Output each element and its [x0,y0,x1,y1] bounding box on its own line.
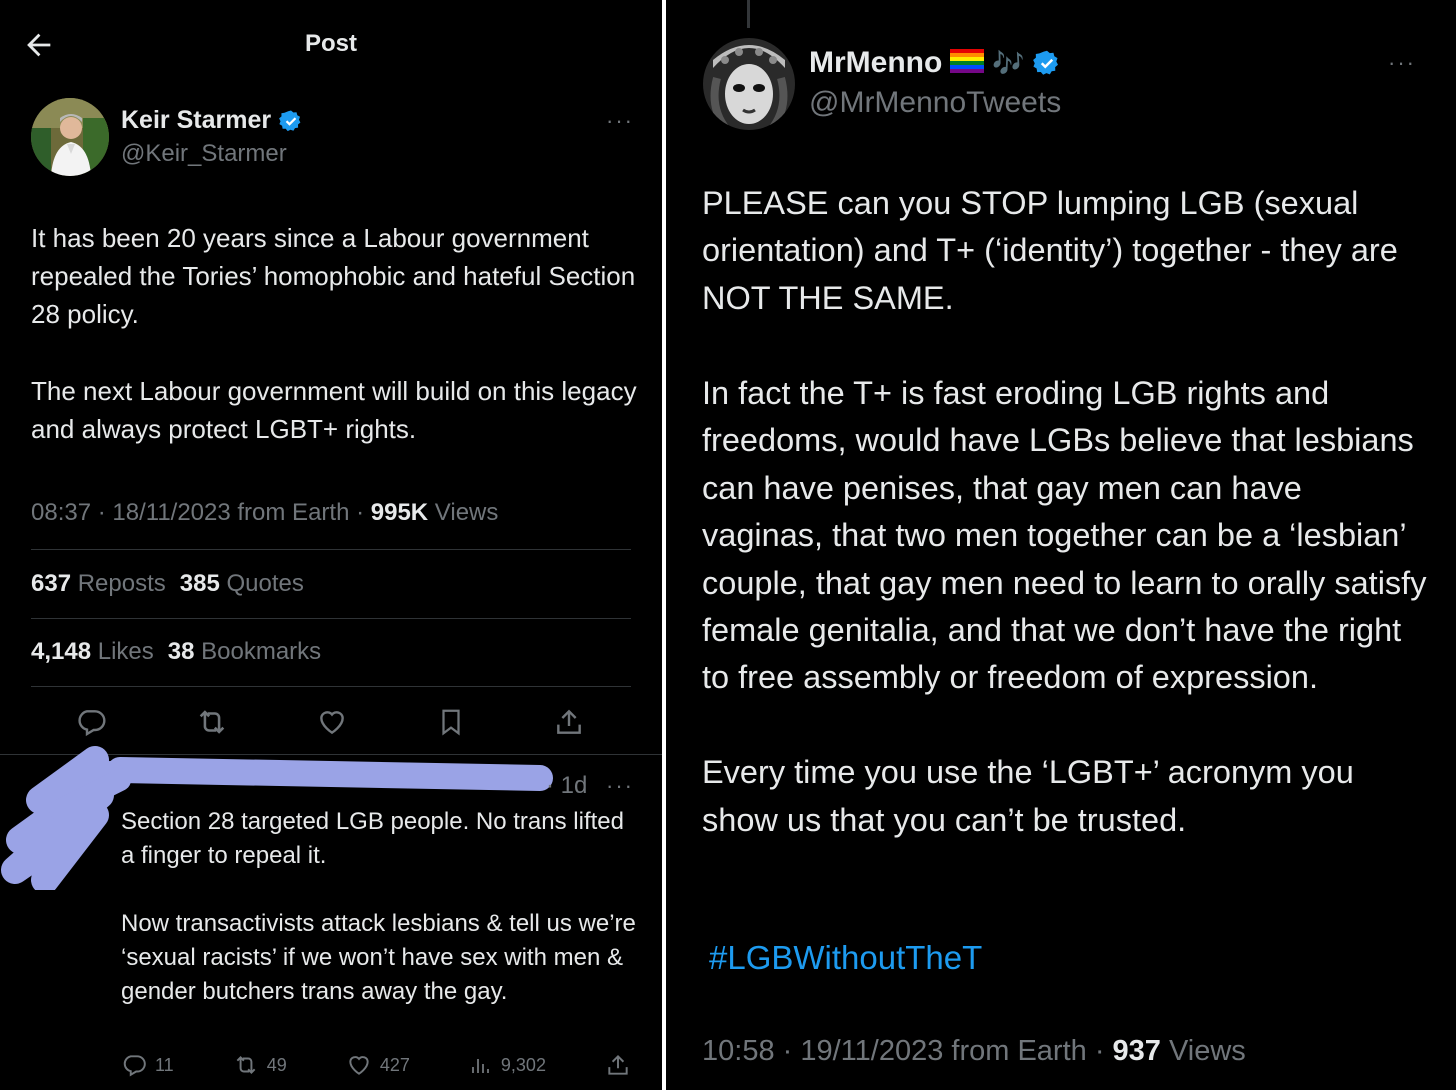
divider [31,549,631,550]
more-options-icon[interactable]: ··· [606,108,634,134]
repost-count: 49 [266,1054,287,1075]
views-count: 9,302 [500,1054,546,1075]
repost-icon [236,1056,256,1074]
likes-stat[interactable]: 4,148 Likes [31,638,154,666]
bookmarks-stat[interactable]: 38 Bookmarks [168,638,321,666]
repost-icon[interactable] [195,705,229,739]
rainbow-flag-icon [950,48,985,78]
reply-icon [123,1055,146,1077]
hashtag-link[interactable]: #LGBWithoutTheT [709,939,982,977]
reply-icon[interactable] [75,706,107,738]
reply-actions: 11 49 427 9,302 [121,1052,631,1078]
verified-badge-icon [279,109,303,133]
reply-timestamp[interactable]: · 1d [546,772,587,800]
page-title: Post [304,30,357,57]
author-name[interactable]: MrMenno [809,46,942,80]
tweet-text: PLEASE can you STOP lumping LGB (sexual … [702,185,1427,838]
author-name[interactable]: Keir Starmer [121,106,271,135]
verified-badge-icon [1032,49,1061,77]
tweet-actions [75,705,585,739]
right-post-panel: MrMenno 🎶 @MrMennoTweets ··· PLEASE can … [666,0,1456,1090]
thread-line [747,0,750,28]
author-handle[interactable]: @MrMennoTweets [809,86,1061,120]
share-icon[interactable] [553,706,585,738]
quotes-stat[interactable]: 385 Quotes [180,570,304,598]
left-post-panel: Post Keir Starmer @Keir_Starmer ··· It h… [0,0,662,1090]
reply-text: Section 28 targeted LGB people. No trans… [121,808,636,1006]
reply-share-button[interactable] [605,1052,631,1078]
author-name-row: Keir Starmer [121,106,303,135]
share-icon [608,1054,628,1075]
views-count: 995K [370,499,429,526]
reply-reply-button[interactable]: 11 [121,1052,174,1078]
music-notes-icon: 🎶 [992,47,1025,78]
reply-like-button[interactable]: 427 [346,1052,410,1078]
reply-count: 11 [155,1054,174,1075]
views-label: Views [1160,1035,1246,1067]
tweet-meta: 08:37 · 18/11/2023 from Earth · 995K Vie… [31,499,498,527]
reply-repost-button[interactable]: 49 [233,1052,287,1078]
author-name-row: MrMenno 🎶 [809,46,1061,80]
reposts-stat[interactable]: 637 Reposts [31,570,166,598]
views-label: Views [428,499,499,526]
tweet-timestamp[interactable]: 10:58 · 19/11/2023 from Earth · [702,1035,1113,1067]
author-handle[interactable]: @Keir_Starmer [121,140,287,168]
avatar[interactable] [703,38,795,130]
engagement-stats-row-1: 637 Reposts 385 Quotes [31,570,304,598]
more-options-icon[interactable]: ··· [1388,50,1416,76]
divider [31,618,631,619]
like-icon [349,1056,369,1075]
tweet-meta: 10:58 · 19/11/2023 from Earth · 937 View… [702,1035,1246,1068]
reply-views-button[interactable]: 9,302 [469,1053,546,1077]
tweet-text: It has been 20 years since a Labour gove… [31,223,637,445]
views-count: 937 [1112,1035,1161,1067]
like-count: 427 [379,1054,410,1075]
reply-more-options-icon[interactable]: ··· [606,773,634,799]
like-icon[interactable] [316,706,348,738]
bookmark-icon[interactable] [436,706,466,738]
avatar[interactable] [31,98,109,176]
divider [31,686,631,687]
engagement-stats-row-2: 4,148 Likes 38 Bookmarks [31,638,321,666]
views-icon [472,1059,489,1073]
tweet-timestamp[interactable]: 08:37 · 18/11/2023 from Earth · [31,499,371,526]
